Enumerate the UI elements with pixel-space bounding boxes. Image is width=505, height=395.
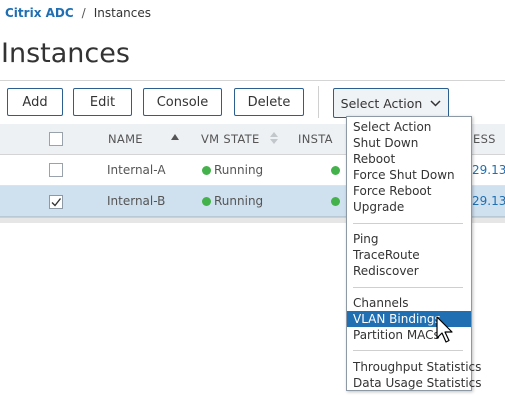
menu-item-shut-down[interactable]: Shut Down: [347, 135, 471, 151]
chevron-down-icon: [430, 99, 441, 107]
breadcrumb-current: Instances: [93, 6, 152, 20]
vm-state: Running: [214, 194, 264, 208]
sort-ascending-icon[interactable]: [171, 134, 179, 140]
toolbar-divider: [318, 86, 319, 118]
instance-name: Internal-A: [107, 163, 166, 177]
ip-address[interactable]: 29.130: [472, 163, 505, 177]
mouse-pointer-icon: [436, 316, 453, 343]
edit-button[interactable]: Edit: [73, 88, 132, 116]
console-button[interactable]: Console: [143, 88, 222, 116]
column-header-address[interactable]: ESS: [473, 132, 496, 146]
sort-icon[interactable]: [270, 132, 278, 144]
instance-status-icon: [331, 166, 340, 175]
menu-item-reboot[interactable]: Reboot: [347, 151, 471, 167]
add-button[interactable]: Add: [7, 88, 63, 116]
column-header-instance[interactable]: INSTA: [298, 132, 333, 146]
delete-button[interactable]: Delete: [234, 88, 304, 116]
menu-item-channels[interactable]: Channels: [347, 295, 471, 311]
running-status-icon: [202, 166, 211, 175]
menu-item-rediscover[interactable]: Rediscover: [347, 263, 471, 279]
menu-item-force-shut-down[interactable]: Force Shut Down: [347, 167, 471, 183]
select-action-label: Select Action: [340, 95, 423, 111]
menu-separator: [353, 350, 463, 351]
page-title: Instances: [1, 38, 130, 69]
instance-name: Internal-B: [107, 194, 166, 208]
menu-separator: [353, 287, 463, 288]
menu-item-select-action[interactable]: Select Action: [347, 119, 471, 135]
menu-item-data-usage-statistics[interactable]: Data Usage Statistics: [347, 375, 482, 391]
menu-item-traceroute[interactable]: TraceRoute: [347, 247, 471, 263]
menu-item-ping[interactable]: Ping: [347, 231, 471, 247]
column-header-name[interactable]: NAME: [108, 132, 143, 146]
row-checkbox[interactable]: [49, 195, 63, 209]
select-action-dropdown[interactable]: Select Action: [333, 88, 449, 118]
breadcrumb-separator: /: [81, 6, 86, 20]
vm-state: Running: [214, 163, 264, 177]
running-status-icon: [202, 197, 211, 206]
row-checkbox[interactable]: [49, 163, 63, 177]
ip-address[interactable]: 29.132: [472, 194, 505, 208]
menu-item-upgrade[interactable]: Upgrade: [347, 199, 471, 215]
column-header-vm-state[interactable]: VM STATE: [201, 132, 260, 146]
menu-separator: [353, 223, 463, 224]
select-all-checkbox[interactable]: [49, 132, 63, 146]
breadcrumb: Citrix ADC / Instances: [5, 6, 151, 20]
menu-item-throughput-statistics[interactable]: Throughput Statistics: [347, 359, 481, 375]
menu-item-force-reboot[interactable]: Force Reboot: [347, 183, 471, 199]
checkmark-icon: [51, 198, 62, 207]
instance-status-icon: [331, 197, 340, 206]
select-action-menu: Select Action Shut Down Reboot Force Shu…: [346, 116, 482, 391]
breadcrumb-citrix-adc-link[interactable]: Citrix ADC: [5, 6, 74, 20]
